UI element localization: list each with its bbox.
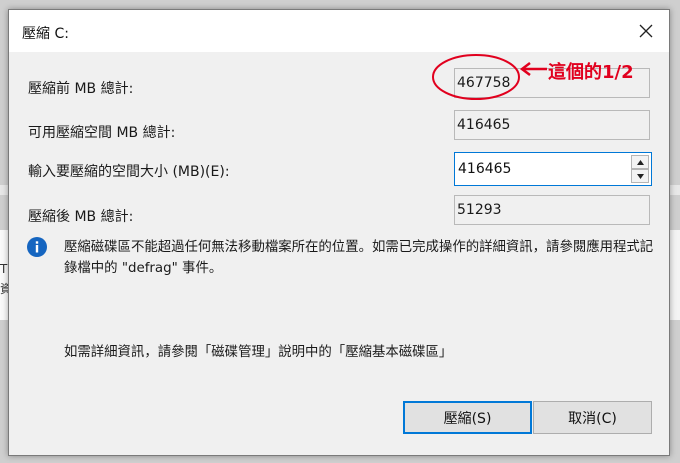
amount-stepper[interactable] — [454, 152, 652, 186]
close-button[interactable] — [623, 10, 669, 52]
info-icon — [27, 237, 47, 257]
label-available: 可用壓縮空間 MB 總計: — [28, 125, 176, 141]
dialog-title: 壓縮 C: — [22, 26, 69, 42]
label-total-after: 壓縮後 MB 總計: — [28, 209, 134, 225]
spin-down-button[interactable] — [631, 169, 649, 183]
total-after-field: 51293 — [454, 195, 650, 225]
shrink-button[interactable]: 壓縮(S) — [403, 401, 532, 434]
chevron-down-icon — [636, 173, 644, 179]
annotation-text: 這個的1/2 — [548, 62, 634, 83]
amount-input[interactable] — [455, 153, 632, 185]
annotation-ellipse — [432, 54, 520, 100]
title-bar: 壓縮 C: — [9, 10, 669, 52]
info-message: 壓縮磁碟區不能超過任何無法移動檔案所在的位置。如需已完成操作的詳細資訊，請參閱應… — [64, 240, 654, 276]
more-info-text: 如需詳細資訊，請參閱「磁碟管理」說明中的「壓縮基本磁碟區」 — [64, 345, 453, 360]
chevron-up-icon — [636, 159, 644, 165]
arrow-left-icon — [520, 62, 547, 76]
cancel-button[interactable]: 取消(C) — [533, 401, 652, 434]
spin-up-button[interactable] — [631, 155, 649, 169]
label-total-before: 壓縮前 MB 總計: — [28, 81, 134, 97]
available-field: 416465 — [454, 110, 650, 140]
close-icon — [639, 24, 653, 38]
label-amount: 輸入要壓縮的空間大小 (MB)(E): — [28, 164, 230, 180]
